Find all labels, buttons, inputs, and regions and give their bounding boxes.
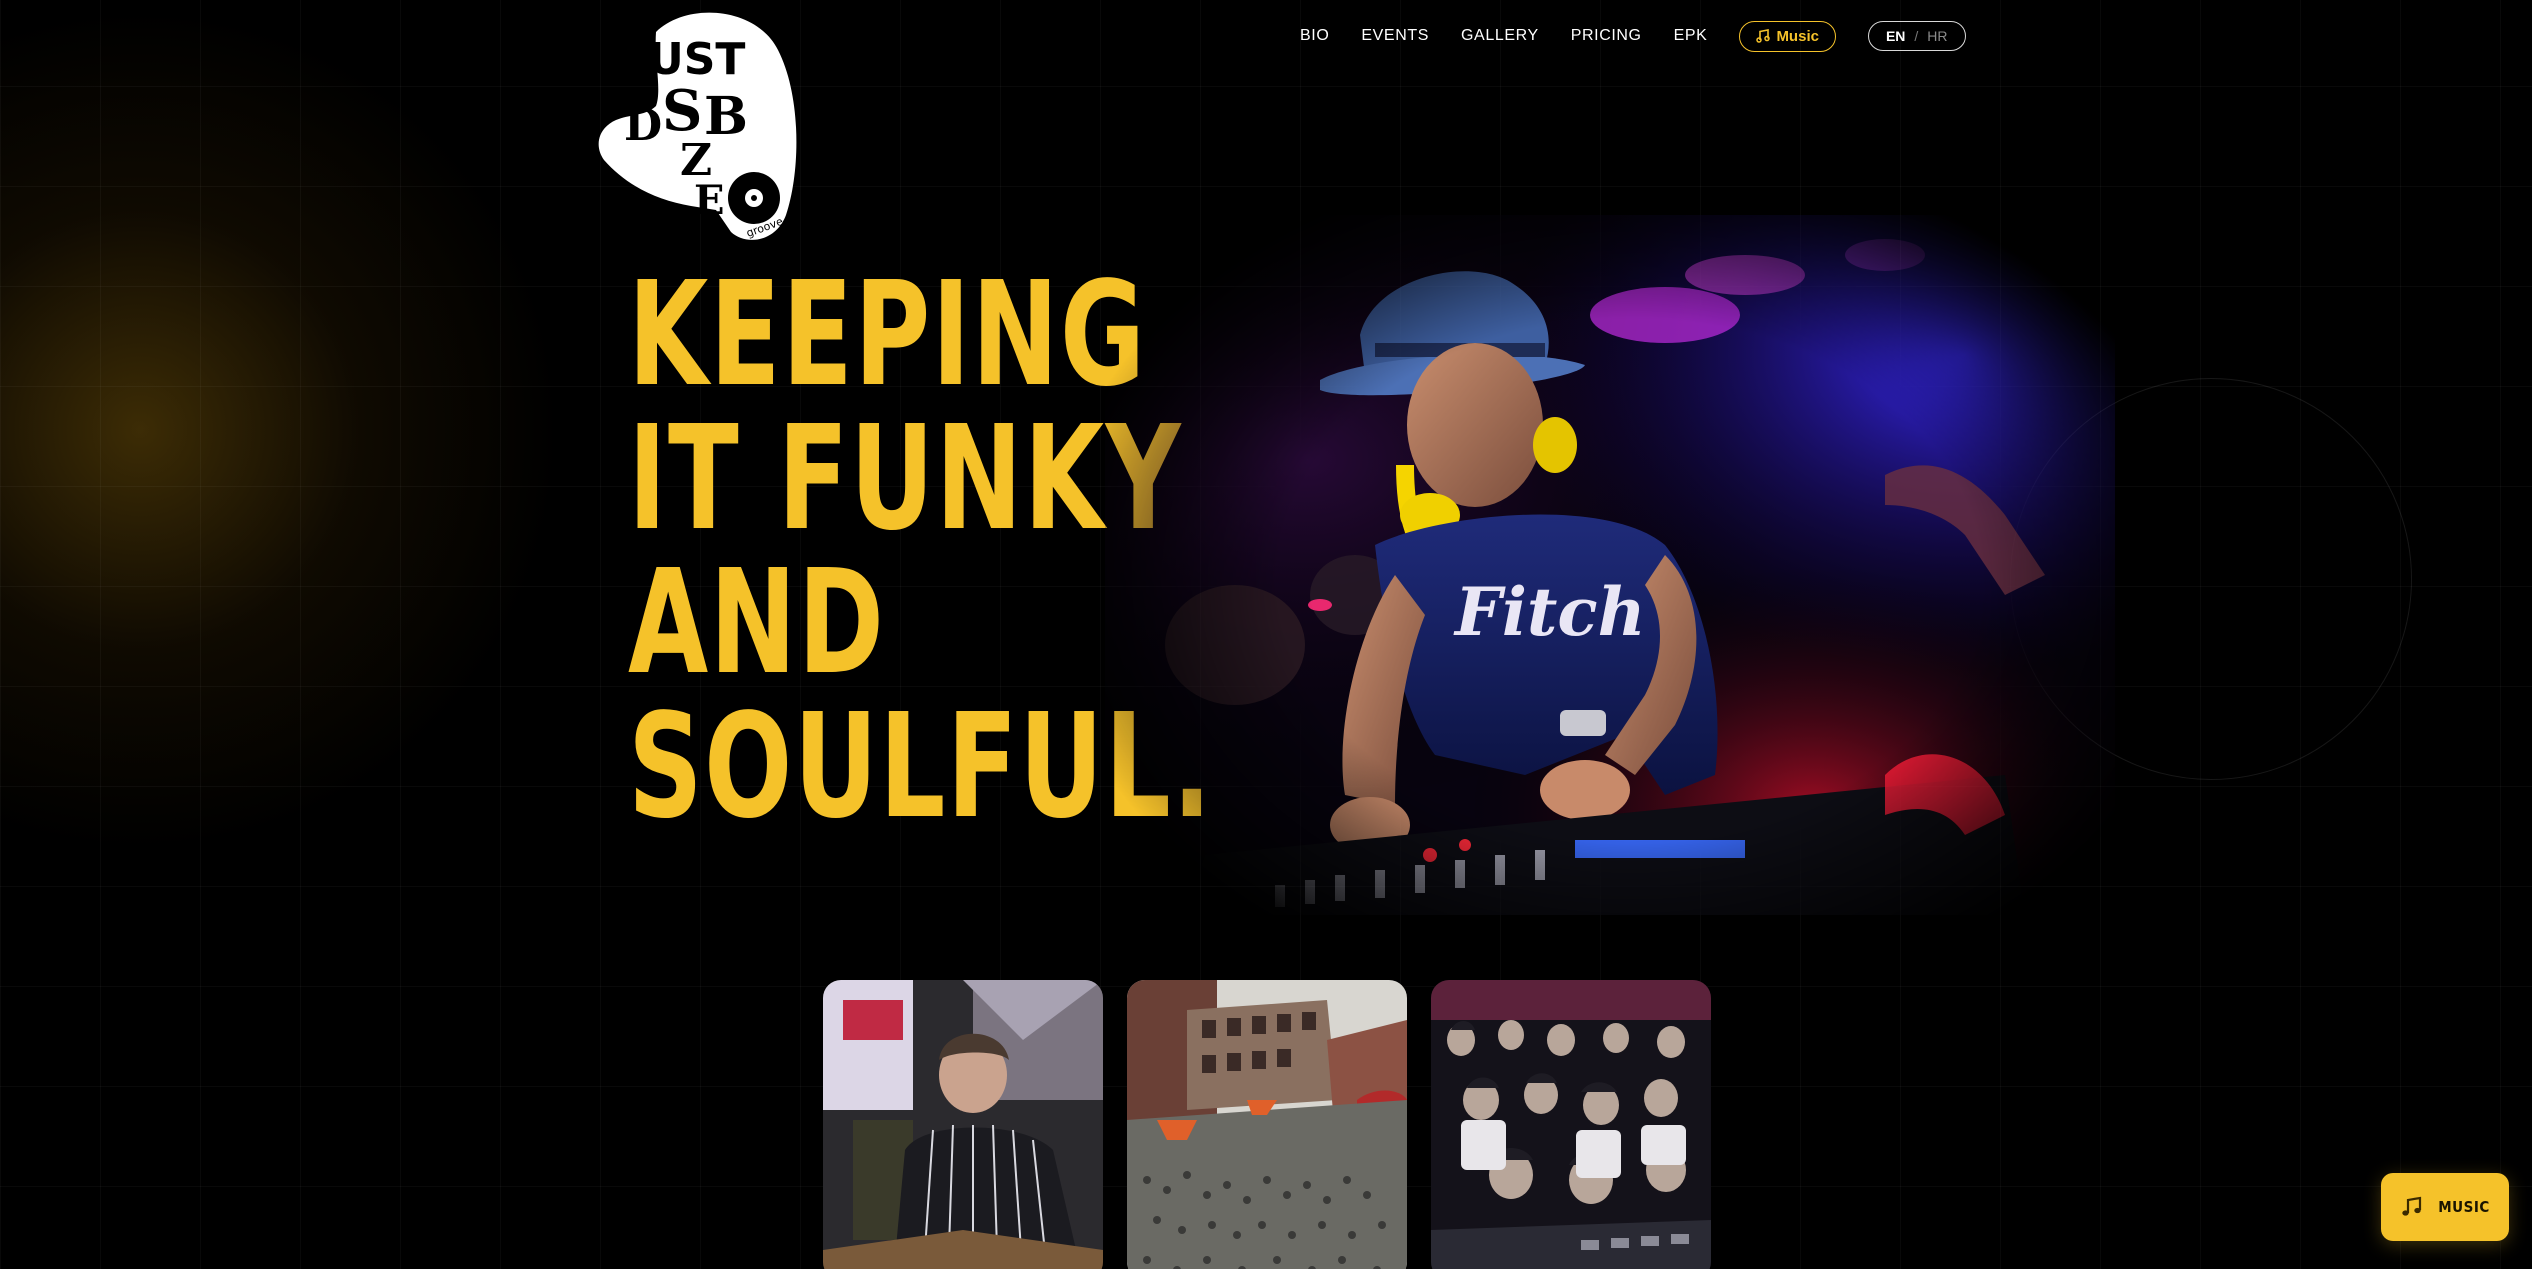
hero-dj-photo: Fitch [1105,215,2115,915]
floating-music-button[interactable]: MUSIC [2381,1173,2509,1241]
music-note-icon [2402,1196,2422,1216]
nav-link-epk[interactable]: EPK [1674,27,1708,45]
floating-music-label: MUSIC [2438,1198,2490,1216]
music-button[interactable]: Music [1739,20,1836,52]
lang-separator: / [1914,28,1919,44]
shirt-text: Fitch [1453,573,1646,651]
hero-line-4: SOULFUL. [628,682,1214,850]
nav-link-bio[interactable]: BIO [1300,27,1329,45]
music-note-icon [1756,29,1771,43]
svg-text:D: D [624,100,662,151]
lang-option-en[interactable]: EN [1886,28,1905,44]
gallery-thumb-dj-stripes[interactable] [823,980,1103,1269]
hero-line-3: AND [628,538,886,706]
nav-link-gallery[interactable]: GALLERY [1461,27,1539,45]
nav-link-pricing[interactable]: PRICING [1571,27,1642,45]
lang-option-hr[interactable]: HR [1927,28,1947,44]
language-switcher: EN / HR [1867,21,1966,51]
music-button-label: Music [1776,27,1819,45]
page: UST D S B Z E groove BIO EVENTS GALLERY … [0,0,2532,1269]
hero-line-2: IT FUNKY [628,394,1183,562]
svg-text:E: E [694,177,725,224]
hero-line-1: KEEPING [628,250,1147,418]
main-nav: BIO EVENTS GALLERY PRICING EPK Music EN … [1300,20,1966,52]
gallery-thumb-street-crowd[interactable] [1127,980,1407,1269]
nav-link-events[interactable]: EVENTS [1361,27,1429,45]
gallery-thumb-party-crowd[interactable] [1431,980,1711,1269]
brand-logo[interactable]: UST D S B Z E groove [596,10,812,240]
hero-headline: KEEPING IT FUNKY AND SOULFUL. [628,250,1214,850]
